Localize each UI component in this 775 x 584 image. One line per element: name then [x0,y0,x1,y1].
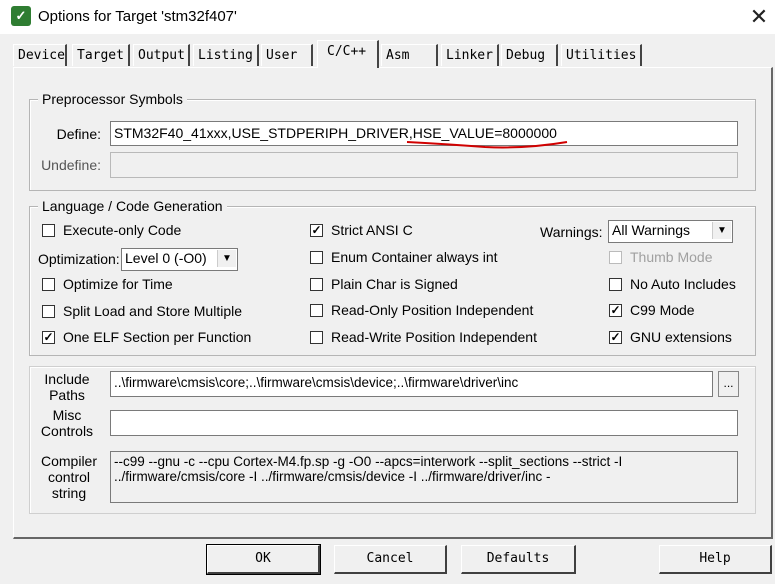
tab-device[interactable]: Device [13,44,67,66]
optimization-select[interactable]: Level 0 (-O0) ▼ [121,248,238,271]
split-load-label: Split Load and Store Multiple [63,303,242,319]
tab-output[interactable]: Output [133,44,190,66]
compiler-label-line3: string [51,485,87,501]
browse-include-button[interactable]: ... [718,371,739,397]
gnu-extensions-checkbox[interactable]: ✓ [609,331,622,344]
plain-char-checkbox[interactable] [310,278,323,291]
enum-container-label: Enum Container always int [331,249,498,265]
c99-mode-checkbox[interactable]: ✓ [609,304,622,317]
one-elf-checkbox[interactable]: ✓ [42,331,55,344]
include-paths-label: Include Paths [40,371,94,403]
chevron-down-icon[interactable]: ▼ [217,250,236,267]
tab-asm[interactable]: Asm [381,44,438,66]
ok-button[interactable]: OK [206,544,321,575]
one-elf-label: One ELF Section per Function [63,329,252,345]
misc-controls-label: Misc Controls [40,407,94,439]
optimize-time-checkbox[interactable] [42,278,55,291]
help-button[interactable]: Help [659,545,772,574]
define-label: Define: [56,126,101,142]
c99-mode-label: C99 Mode [630,302,695,318]
thumb-mode-checkbox[interactable] [609,251,622,264]
optimization-label: Optimization: [38,251,120,267]
compiler-control-string[interactable]: --c99 --gnu -c --cpu Cortex-M4.fp.sp -g … [110,451,738,503]
compiler-control-label: Compiler control string [36,453,102,501]
red-underline-annotation [406,141,568,149]
tab-target[interactable]: Target [72,44,130,66]
strict-ansi-label: Strict ANSI C [331,222,413,238]
codegen-legend: Language / Code Generation [38,198,227,214]
include-paths-input[interactable]: ..\firmware\cmsis\core;..\firmware\cmsis… [110,371,713,397]
misc-label-line2: Controls [40,423,94,439]
compiler-label-line1: Compiler [40,453,97,469]
chevron-down-icon[interactable]: ▼ [712,222,731,239]
rw-position-checkbox[interactable] [310,331,323,344]
tab-user[interactable]: User [261,44,313,66]
gnu-extensions-label: GNU extensions [630,329,732,345]
misc-label-line1: Misc [52,407,82,423]
close-icon[interactable]: ✕ [745,3,773,31]
strict-ansi-checkbox[interactable]: ✓ [310,224,323,237]
rw-position-label: Read-Write Position Independent [331,329,537,345]
ro-position-label: Read-Only Position Independent [331,302,534,318]
warnings-select[interactable]: All Warnings ▼ [608,220,733,243]
include-label-line1: Include [44,371,90,387]
plain-char-label: Plain Char is Signed [331,276,458,292]
no-auto-includes-checkbox[interactable] [609,278,622,291]
optimization-value: Level 0 (-O0) [125,250,207,266]
ro-position-checkbox[interactable] [310,304,323,317]
title-bar: ✓ Options for Target 'stm32f407' ✕ [0,0,775,34]
warnings-label: Warnings: [540,224,603,240]
undefine-label: Undefine: [41,157,101,173]
thumb-mode-label: Thumb Mode [630,249,713,265]
execute-only-checkbox[interactable] [42,224,55,237]
enum-container-checkbox[interactable] [310,251,323,264]
preprocessor-legend: Preprocessor Symbols [38,91,187,107]
no-auto-includes-label: No Auto Includes [630,276,736,292]
window-title: Options for Target 'stm32f407' [38,8,237,25]
undefine-input[interactable] [110,152,738,178]
misc-controls-input[interactable] [110,410,738,436]
cancel-button[interactable]: Cancel [334,545,447,574]
warnings-value: All Warnings [612,222,691,238]
tab-linker[interactable]: Linker [441,44,499,66]
execute-only-label: Execute-only Code [63,222,182,238]
compiler-label-line2: control [47,469,91,485]
tab-listing[interactable]: Listing [193,44,259,66]
optimize-time-label: Optimize for Time [63,276,173,292]
tab-debug[interactable]: Debug [501,44,558,66]
include-label-line2: Paths [49,387,85,403]
keil-icon: ✓ [11,6,31,26]
defaults-button[interactable]: Defaults [461,545,576,574]
tab-utilities[interactable]: Utilities [561,44,642,66]
tab-cc[interactable]: C/C++ [317,40,379,68]
split-load-checkbox[interactable] [42,305,55,318]
